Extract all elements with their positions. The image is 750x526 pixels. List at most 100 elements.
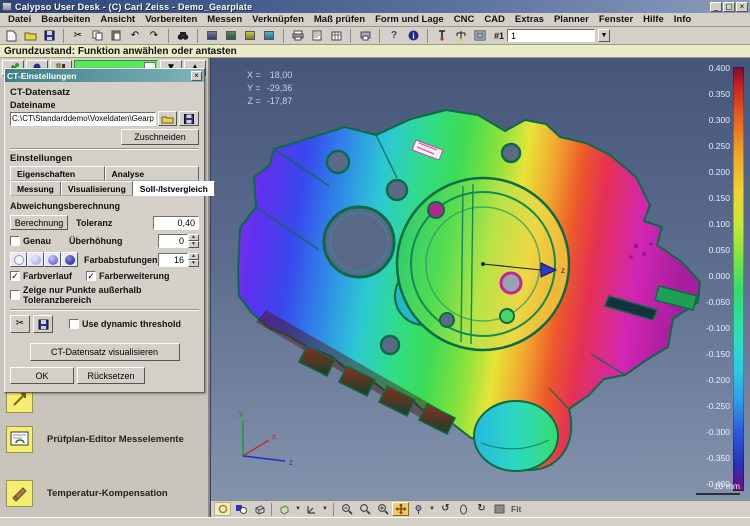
ueberhoehung-field[interactable]: 0 [158,234,188,248]
probe-position-button[interactable] [410,502,427,516]
sidebar-item-temperatur-kompensation[interactable]: Temperatur-Kompensation [6,480,168,507]
spin-up-icon[interactable]: ▲ [188,234,199,241]
toleranz-field[interactable]: 0,40 [153,216,199,230]
element-list-button[interactable] [471,28,489,43]
rotate-free-button[interactable] [455,502,472,516]
sidebar-item-pruefplan-editor[interactable]: Prüfplan-Editor Messelemente [6,426,184,453]
shading-flat-button[interactable] [10,252,27,267]
menu-item[interactable]: Bearbeiten [36,14,95,25]
cad-view-1-button[interactable] [203,28,221,43]
tab[interactable]: Soll-/Istvergleich [133,181,215,196]
view-orientation-button[interactable] [276,502,293,516]
copy-button[interactable] [88,28,106,43]
menu-item[interactable]: Verknüpfen [247,14,309,25]
menu-item[interactable]: Datei [3,14,36,25]
cube-view-button[interactable] [250,502,267,516]
shading-medium-button[interactable] [44,252,61,267]
menu-item[interactable]: Hilfe [638,14,669,25]
element-select-button[interactable] [232,502,249,516]
shading-light-button[interactable] [27,252,44,267]
redo-button[interactable]: ↷ [145,28,163,43]
chevron-down-icon[interactable]: ▼ [321,506,329,512]
probe-button[interactable] [433,28,451,43]
rotate-vertical-button[interactable]: ↻ [473,502,490,516]
zoom-in-button[interactable] [374,502,391,516]
farberweiterung-checkbox[interactable] [86,271,96,281]
clip-button[interactable]: ✂ [10,315,30,333]
save-button[interactable] [40,28,58,43]
chevron-down-icon[interactable]: ▼ [598,29,610,42]
cad-view-2-button[interactable] [222,28,240,43]
undo-button[interactable]: ↶ [126,28,144,43]
zoom-dynamic-button[interactable] [356,502,373,516]
info-button[interactable]: i [404,28,422,43]
spin-down-icon[interactable]: ▼ [188,241,199,248]
feature-value-box[interactable]: 1 [507,29,595,42]
new-file-button[interactable] [2,28,20,43]
menu-item[interactable]: Vorbereiten [140,14,202,25]
tab[interactable]: Analyse [105,166,200,181]
zuschneiden-button[interactable]: Zuschneiden [121,129,199,145]
ok-button[interactable]: OK [10,367,74,384]
minimize-button[interactable]: _ [710,2,722,12]
menu-item[interactable]: Form und Lage [370,14,449,25]
find-button[interactable] [174,28,192,43]
save-settings-button[interactable] [33,315,53,333]
protocol-button[interactable] [308,28,326,43]
spin-down-icon[interactable]: ▼ [188,260,199,267]
report-print-button[interactable] [356,28,374,43]
save-dataset-button[interactable] [179,111,199,126]
menu-item[interactable]: CNC [449,14,480,25]
dialog-title-bar[interactable]: CT-Einstellungen × [5,69,204,82]
menu-item[interactable]: Messen [202,14,247,25]
visualize-button[interactable]: CT-Datensatz visualisieren [30,343,180,361]
zoom-out-button[interactable] [338,502,355,516]
menu-item[interactable]: CAD [479,14,510,25]
stylus-system-button[interactable] [452,28,470,43]
menu-item[interactable]: Extras [510,14,549,25]
farbabstufungen-field[interactable]: 16 [158,253,188,267]
spin-up-icon[interactable]: ▲ [188,253,199,260]
gearplate-deviation-model[interactable]: z y x z [211,58,750,501]
redo-arrow-icon: ↷ [150,31,158,41]
menu-item[interactable]: Fenster [594,14,638,25]
menu-item[interactable]: Info [669,14,696,25]
tab[interactable]: Visualisierung [61,181,133,196]
paste-icon [111,30,122,41]
open-file-button[interactable] [21,28,39,43]
cad-view-4-button[interactable] [260,28,278,43]
close-button[interactable]: × [736,2,748,12]
pan-button[interactable] [392,502,409,516]
cut-button[interactable]: ✂ [69,28,87,43]
cad-view-icon [207,31,217,40]
genau-checkbox[interactable] [10,236,20,246]
point-select-button[interactable] [214,502,231,516]
menu-item[interactable]: Planner [549,14,594,25]
dynamic-threshold-checkbox[interactable] [69,319,79,329]
menu-item[interactable]: Maß prüfen [309,14,370,25]
cad-view-3-button[interactable] [241,28,259,43]
toleranzbereich-checkbox[interactable] [10,290,20,300]
render-solid-button[interactable] [491,502,508,516]
fit-button[interactable]: Fit [511,504,521,514]
farbverlauf-checkbox[interactable] [10,271,20,281]
shading-dark-button[interactable] [61,252,78,267]
chevron-down-icon[interactable]: ▼ [294,506,302,512]
coordinate-system-button[interactable] [303,502,320,516]
browse-button[interactable] [158,111,178,126]
help-button[interactable]: ? [385,28,403,43]
table-button[interactable] [327,28,345,43]
tab[interactable]: Messung [10,181,61,196]
dialog-close-icon[interactable]: × [191,71,202,81]
filename-input[interactable] [10,112,156,126]
maximize-button[interactable]: ▢ [723,2,735,12]
print-button[interactable] [289,28,307,43]
berechnung-button[interactable]: Berechnung [10,215,68,230]
paste-button[interactable] [107,28,125,43]
rotate-horizontal-button[interactable]: ↺ [437,502,454,516]
ruecksetzen-button[interactable]: Rücksetzen [77,367,145,384]
cad-viewport[interactable]: X =18,00 Y =-29,36 Z =-17,87 [210,58,750,517]
chevron-down-icon[interactable]: ▼ [428,506,436,512]
menu-item[interactable]: Ansicht [95,14,140,25]
tab[interactable]: Eigenschaften [10,166,105,181]
